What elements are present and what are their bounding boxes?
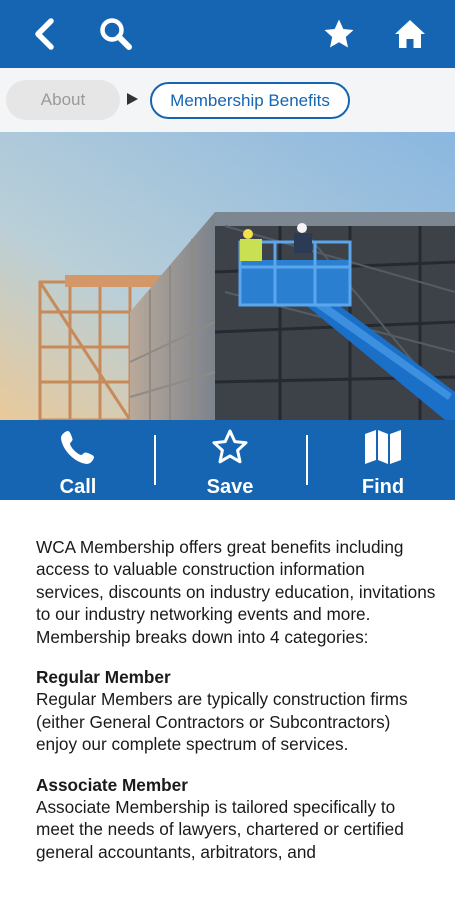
section-regular-member: Regular Member Regular Members are typic…	[36, 666, 436, 756]
content-body: WCA Membership offers great benefits inc…	[36, 536, 436, 881]
breadcrumb: About Membership Benefits	[0, 68, 455, 132]
search-icon[interactable]	[96, 14, 136, 54]
section-body: Regular Members are typically constructi…	[36, 689, 408, 755]
breadcrumb-separator-icon	[127, 93, 138, 105]
section-body: Associate Membership is tailored specifi…	[36, 797, 404, 862]
intro-paragraph: WCA Membership offers great benefits inc…	[36, 537, 436, 647]
call-label: Call	[59, 476, 97, 498]
section-associate-member: Associate Member Associate Membership is…	[36, 774, 436, 864]
save-button[interactable]: Save	[175, 420, 285, 500]
map-icon	[328, 427, 438, 467]
phone-icon	[23, 427, 133, 467]
top-app-bar	[0, 0, 455, 68]
back-arrow-icon[interactable]	[25, 14, 65, 54]
save-label: Save	[206, 476, 254, 498]
construction-site-photo	[0, 132, 455, 420]
breadcrumb-item-about[interactable]: About	[6, 80, 120, 120]
action-divider	[154, 435, 156, 485]
star-icon[interactable]	[319, 14, 359, 54]
section-heading: Associate Member	[36, 774, 188, 795]
star-outline-icon	[175, 427, 285, 467]
breadcrumb-item-membership-benefits[interactable]: Membership Benefits	[150, 82, 350, 119]
home-icon[interactable]	[390, 14, 430, 54]
find-label: Find	[361, 476, 405, 498]
action-bar: Call Save Find	[0, 420, 455, 500]
action-divider	[306, 435, 308, 485]
find-button[interactable]: Find	[328, 420, 438, 500]
section-heading: Regular Member	[36, 667, 171, 688]
call-button[interactable]: Call	[23, 420, 133, 500]
